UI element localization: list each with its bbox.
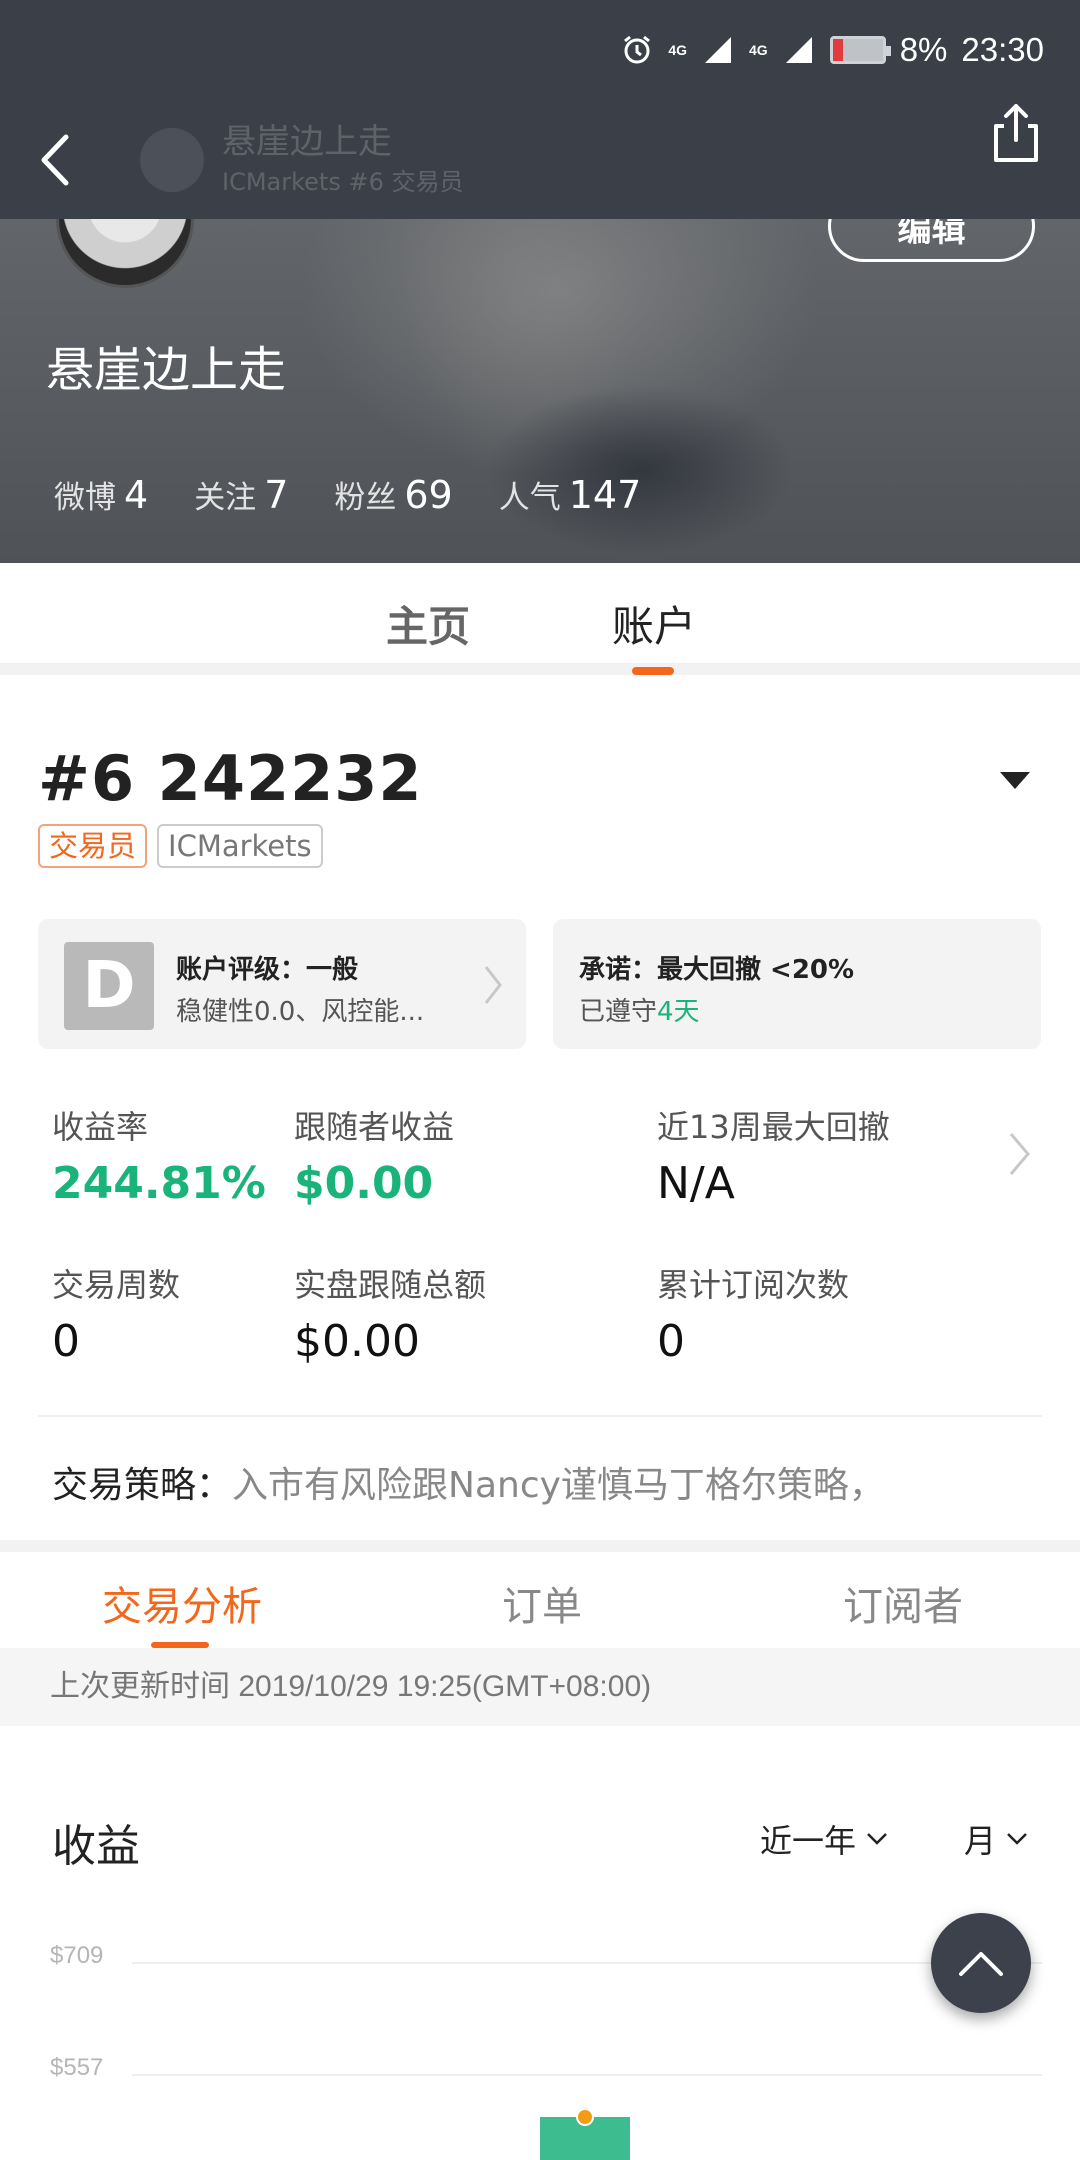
metric-return: 收益率 244.81% bbox=[52, 1108, 266, 1209]
unit-filter[interactable]: 月 bbox=[964, 1816, 1028, 1862]
topbar-name: 悬崖边上走 bbox=[222, 122, 392, 162]
main-tabs: 主页 账户 bbox=[0, 563, 1080, 675]
period-filter[interactable]: 近一年 bbox=[760, 1816, 888, 1862]
trader-tag: 交易员 bbox=[38, 824, 148, 868]
profile-banner: 编辑 悬崖边上走 微博 4 关注 7 粉丝 69 人气 147 4G 4G 8% 23:… bbox=[0, 0, 1080, 563]
tab-account[interactable]: 账户 bbox=[612, 593, 696, 654]
promise-card: 承诺：最大回撤 <20% 已遵守4天 bbox=[553, 919, 1041, 1049]
topbar-title: 悬崖边上走 ICMarkets #6 交易员 bbox=[140, 122, 463, 197]
section-separator bbox=[0, 1540, 1080, 1552]
y-tick-label: $557 bbox=[50, 2054, 103, 2081]
rating-sub: 稳健性0.0、风控能... bbox=[176, 997, 425, 1027]
chevron-right-icon bbox=[482, 963, 504, 1007]
chart-point bbox=[576, 2108, 594, 2126]
promise-sub: 已遵守4天 bbox=[579, 997, 700, 1027]
network-label-2: 4G bbox=[749, 42, 768, 58]
signal-icon bbox=[701, 33, 735, 67]
tab-home[interactable]: 主页 bbox=[386, 593, 470, 654]
earnings-title: 收益 bbox=[52, 1821, 140, 1872]
strategy-text: 入市有风险跟Nancy谨慎马丁格尔策略， bbox=[232, 1465, 885, 1506]
metric-max-drawdown[interactable]: 近13周最大回撤 N/A bbox=[657, 1102, 890, 1209]
rating-title: 账户评级：一般 bbox=[176, 955, 359, 985]
chevron-up-icon bbox=[959, 1952, 1003, 1976]
profile-stats: 微博 4 关注 7 粉丝 69 人气 147 bbox=[54, 472, 641, 517]
chevron-down-icon bbox=[867, 1833, 887, 1845]
alarm-icon bbox=[620, 33, 654, 67]
signal-icon-2 bbox=[782, 33, 816, 67]
strategy-label: 交易策略： bbox=[52, 1465, 233, 1506]
broker-tag: ICMarkets bbox=[157, 824, 323, 868]
stat-weibo[interactable]: 微博 4 bbox=[54, 472, 148, 517]
clock: 23:30 bbox=[961, 31, 1044, 68]
status-bar: 4G 4G 8% 23:30 bbox=[620, 28, 1044, 72]
network-label-1: 4G bbox=[668, 42, 688, 58]
stat-following[interactable]: 关注 7 bbox=[194, 472, 288, 517]
share-button[interactable] bbox=[986, 100, 1046, 166]
divider bbox=[38, 1415, 1042, 1417]
account-tags: 交易员 ICMarkets bbox=[38, 824, 323, 868]
chevron-down-icon bbox=[1007, 1833, 1027, 1845]
scroll-to-top-button[interactable] bbox=[931, 1913, 1031, 2013]
account-rating-card[interactable]: D 账户评级：一般 稳健性0.0、风控能... bbox=[38, 919, 526, 1049]
topbar-subtitle: ICMarkets #6 交易员 bbox=[222, 168, 464, 196]
unit-filter-label: 月 bbox=[964, 1822, 997, 1860]
tab-subscribers[interactable]: 订阅者 bbox=[843, 1574, 963, 1632]
period-filter-label: 近一年 bbox=[760, 1822, 857, 1860]
top-bar: 4G 4G 8% 23:30 悬崖边上走 ICMarkets #6 交易员 bbox=[0, 0, 1080, 219]
y-tick-label: $709 bbox=[50, 1942, 103, 1969]
chevron-right-icon[interactable] bbox=[1006, 1130, 1034, 1178]
topbar-avatar bbox=[140, 127, 204, 192]
metric-copy-total: 实盘跟随总额 $0.00 bbox=[294, 1266, 487, 1367]
tab-active-indicator bbox=[632, 667, 674, 675]
trading-strategy: 交易策略：入市有风险跟Nancy谨慎马丁格尔策略， bbox=[52, 1456, 885, 1508]
analysis-tabs: 交易分析 订单 订阅者 bbox=[0, 1552, 1080, 1648]
profile-name: 悬崖边上走 bbox=[46, 342, 287, 398]
tab-orders[interactable]: 订单 bbox=[502, 1574, 582, 1632]
tab-trade-analysis[interactable]: 交易分析 bbox=[102, 1574, 262, 1632]
rating-badge: D bbox=[64, 942, 154, 1030]
account-number: #6 242232 bbox=[38, 742, 423, 815]
account-dropdown-icon[interactable] bbox=[998, 768, 1032, 792]
last-update-text: 上次更新时间 2019/10/29 19:25(GMT+08:00) bbox=[0, 1648, 1080, 1726]
stat-popularity: 人气 147 bbox=[498, 473, 642, 517]
earnings-chart: $709 $557 bbox=[50, 1942, 1042, 2160]
metric-trading-weeks: 交易周数 0 bbox=[52, 1266, 181, 1367]
promise-title: 承诺：最大回撤 <20% bbox=[579, 955, 855, 985]
metric-follower-earnings: 跟随者收益 $0.00 bbox=[294, 1108, 455, 1209]
battery-icon bbox=[829, 36, 891, 64]
battery-percent: 8% bbox=[899, 31, 948, 68]
metric-subscriptions: 累计订阅次数 0 bbox=[657, 1266, 850, 1367]
back-button[interactable] bbox=[30, 125, 90, 195]
stat-followers[interactable]: 粉丝 69 bbox=[334, 472, 452, 517]
